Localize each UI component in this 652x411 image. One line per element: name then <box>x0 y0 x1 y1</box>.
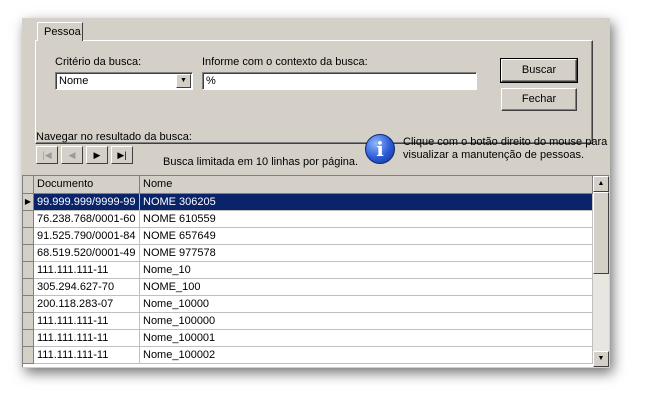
cell-documento[interactable]: 99.999.999/9999-99 <box>34 194 140 211</box>
next-page-icon: ▶ <box>93 150 101 160</box>
table-row[interactable]: 200.118.283-07 Nome_10000 <box>23 296 593 313</box>
row-indicator[interactable] <box>23 211 34 228</box>
buscar-label: Buscar <box>521 64 557 76</box>
row-indicator[interactable] <box>23 245 34 262</box>
cell-nome[interactable]: Nome_10 <box>140 262 593 279</box>
results-grid[interactable]: Documento Nome ▶ 99.999.999/9999-99 NOME 3… <box>22 175 609 367</box>
cell-nome[interactable]: Nome_10000 <box>140 296 593 313</box>
table-row[interactable]: 68.519.520/0001-49 NOME 977578 <box>23 245 593 262</box>
header-indicator-cell <box>23 176 34 193</box>
limit-text: Busca limitada em 10 linhas por página. <box>163 156 359 168</box>
pessoa-window: Pessoa Critério da busca: Nome ▼ Informe… <box>22 18 610 368</box>
criteria-select[interactable]: Nome ▼ <box>55 72 193 90</box>
cell-nome[interactable]: NOME 657649 <box>140 228 593 245</box>
table-row[interactable]: 91.525.790/0001-84 NOME 657649 <box>23 228 593 245</box>
cell-nome[interactable]: Nome_100000 <box>140 313 593 330</box>
criteria-value: Nome <box>59 75 89 87</box>
cell-nome[interactable]: NOME 306205 <box>140 194 593 211</box>
info-line-1: Clique com o botão direito do mouse para <box>403 136 608 148</box>
row-indicator[interactable] <box>23 279 34 296</box>
info-icon: i <box>365 134 395 164</box>
context-input[interactable]: % <box>202 72 477 90</box>
cell-nome[interactable]: Nome_100001 <box>140 330 593 347</box>
scroll-thumb[interactable] <box>593 192 609 274</box>
row-indicator[interactable] <box>23 262 34 279</box>
scroll-down-button[interactable]: ▼ <box>593 351 609 367</box>
cell-documento[interactable]: 200.118.283-07 <box>34 296 140 313</box>
cell-documento[interactable]: 305.294.627-70 <box>34 279 140 296</box>
table-row[interactable]: 76.238.768/0001-60 NOME 610559 <box>23 211 593 228</box>
row-indicator[interactable] <box>23 296 34 313</box>
row-indicator[interactable] <box>23 313 34 330</box>
fechar-button[interactable]: Fechar <box>501 88 577 111</box>
row-indicator[interactable]: ▶ <box>23 194 34 211</box>
cell-documento[interactable]: 68.519.520/0001-49 <box>34 245 140 262</box>
scroll-down-icon: ▼ <box>597 355 605 362</box>
first-page-button[interactable]: |◀ <box>36 146 58 164</box>
info-line-2: visualizar a manutenção de pessoas. <box>403 149 584 161</box>
table-row[interactable]: ▶ 99.999.999/9999-99 NOME 306205 <box>23 194 593 211</box>
table-row[interactable]: 111.111.111-11 Nome_100001 <box>23 330 593 347</box>
cell-documento[interactable]: 111.111.111-11 <box>34 313 140 330</box>
row-indicator[interactable] <box>23 347 34 364</box>
criteria-label: Critério da busca: <box>55 56 142 68</box>
cell-nome[interactable]: Nome_100002 <box>140 347 593 364</box>
tab-pessoa-label: Pessoa <box>44 26 81 38</box>
cell-documento[interactable]: 111.111.111-11 <box>34 330 140 347</box>
previous-page-icon: ◀ <box>68 150 76 160</box>
context-value: % <box>206 75 216 87</box>
info-text: Clique com o botão direito do mouse para… <box>403 136 607 162</box>
context-label: Informe com o contexto da busca: <box>202 56 368 68</box>
row-indicator[interactable] <box>23 330 34 347</box>
table-row[interactable]: 111.111.111-11 Nome_100000 <box>23 313 593 330</box>
fechar-label: Fechar <box>521 93 557 105</box>
info-glyph: i <box>376 137 384 161</box>
table-row[interactable]: 305.294.627-70 NOME_100 <box>23 279 593 296</box>
tab-pessoa[interactable]: Pessoa <box>37 22 83 41</box>
table-row[interactable]: 111.111.111-11 Nome_10 <box>23 262 593 279</box>
previous-page-button[interactable]: ◀ <box>61 146 83 164</box>
table-row[interactable]: 111.111.111-11 Nome_100002 <box>23 347 593 364</box>
row-indicator[interactable] <box>23 228 34 245</box>
chevron-down-icon[interactable]: ▼ <box>176 74 191 88</box>
cell-documento[interactable]: 111.111.111-11 <box>34 262 140 279</box>
last-page-icon: ▶| <box>117 150 127 160</box>
cell-documento[interactable]: 111.111.111-11 <box>34 347 140 364</box>
navigation-label: Navegar no resultado da busca: <box>36 131 192 143</box>
cell-nome[interactable]: NOME 610559 <box>140 211 593 228</box>
cell-documento[interactable]: 91.525.790/0001-84 <box>34 228 140 245</box>
cell-nome[interactable]: NOME 977578 <box>140 245 593 262</box>
buscar-button[interactable]: Buscar <box>500 58 578 83</box>
grid-header: Documento Nome <box>23 176 593 194</box>
cell-nome[interactable]: NOME_100 <box>140 279 593 296</box>
vertical-scrollbar[interactable]: ▲ ▼ <box>593 176 609 367</box>
last-page-button[interactable]: ▶| <box>111 146 133 164</box>
scroll-up-button[interactable]: ▲ <box>593 176 609 192</box>
scroll-up-icon: ▲ <box>597 180 605 187</box>
column-header-documento[interactable]: Documento <box>34 176 140 193</box>
cell-documento[interactable]: 76.238.768/0001-60 <box>34 211 140 228</box>
first-page-icon: |◀ <box>42 150 52 160</box>
column-header-nome[interactable]: Nome <box>140 176 593 193</box>
next-page-button[interactable]: ▶ <box>86 146 108 164</box>
